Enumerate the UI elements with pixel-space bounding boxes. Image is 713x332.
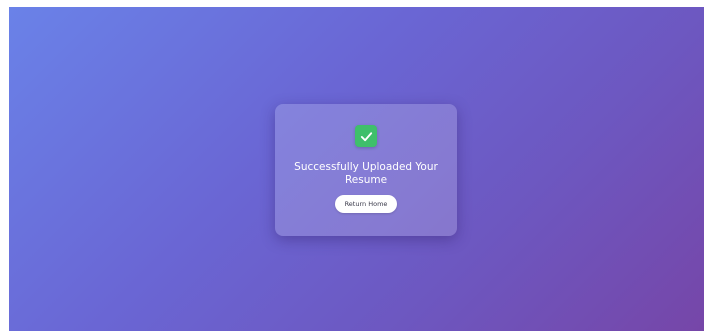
upload-success-card: Successfully Uploaded Your Resume Return… (275, 104, 457, 236)
success-message: Successfully Uploaded Your Resume (294, 161, 438, 186)
return-home-button[interactable]: Return Home (334, 195, 398, 213)
checkmark-glyph (360, 131, 372, 141)
page-background: Successfully Uploaded Your Resume Return… (9, 7, 704, 331)
check-icon (355, 125, 377, 147)
